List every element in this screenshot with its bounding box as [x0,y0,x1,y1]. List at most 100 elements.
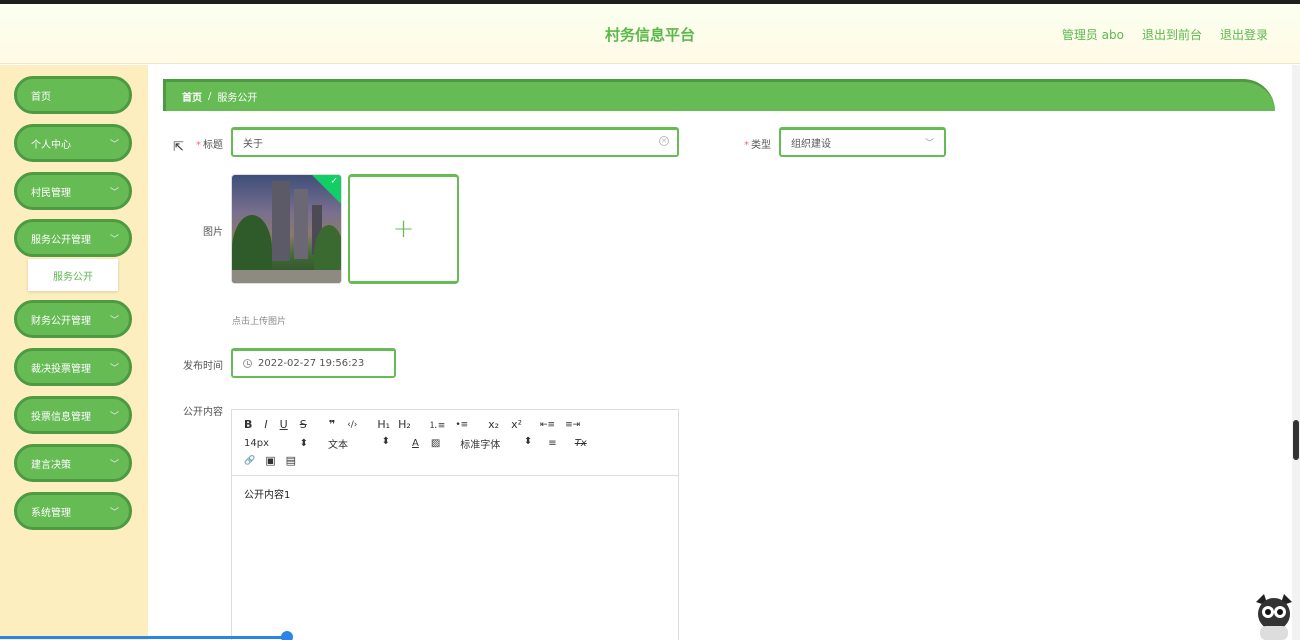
sidebar-item-ruling-vote-management[interactable]: 裁决投票管理 ﹀ [14,348,132,386]
clock-icon [243,359,252,368]
font-family-value: 标准字体 [460,440,501,451]
sidebar-item-label: 个人中心 [31,139,71,151]
check-icon: ✓ [330,176,338,187]
sidebar-item-suggestion-decision[interactable]: 建言决策 ﹀ [14,444,132,482]
strike-button[interactable]: S [300,418,307,431]
chevron-down-icon: ﹀ [109,188,119,198]
sidebar-item-label: 财务公开管理 [31,315,91,327]
cat-mascot-icon[interactable] [1250,592,1298,640]
font-family-select[interactable]: 标准字体 ⬍ [460,436,532,451]
chevron-down-icon: ﹀ [924,139,934,149]
sidebar-item-vote-info-management[interactable]: 投票信息管理 ﹀ [14,396,132,434]
header-links: 管理员 abo 退出到前台 退出登录 [1062,26,1268,43]
toolbar-row-3: 🔗 ▣ ▤ [244,454,296,467]
type-label-text: 类型 [751,140,771,151]
sidebar-item-label: 首页 [31,91,51,103]
link-icon[interactable]: 🔗 [244,456,255,466]
indent-button[interactable]: ≡⇥ [565,420,580,430]
sidebar-item-home[interactable]: 首页 [14,76,132,114]
upload-success-badge: ✓ [312,175,341,204]
progress-knob [281,631,293,640]
sidebar-item-finance-public-management[interactable]: 财务公开管理 ﹀ [14,300,132,338]
breadcrumb: 首页 / 服务公开 [163,79,1275,111]
blockquote-button[interactable]: ❞ [329,418,335,431]
sidebar-item-personal-center[interactable]: 个人中心 ﹀ [14,124,132,162]
breadcrumb-home[interactable]: 首页 [182,89,202,104]
sidebar-item-label: 投票信息管理 [31,411,91,423]
toolbar-row-1: B I U S ❞ ‹/› H₁ H₂ ⒈≡ •≡ x₂ x² ⇤≡ ≡⇥ [244,418,580,431]
bold-button[interactable]: B [244,418,252,431]
scrollbar-thumb[interactable] [1293,420,1299,460]
title-label-text: 标题 [203,140,223,151]
select-arrows-icon: ⬍ [381,436,390,447]
header-2-button[interactable]: H₂ [398,418,411,431]
plus-icon: + [392,214,415,244]
admin-user-label[interactable]: 管理员 abo [1062,26,1124,43]
text-type-select[interactable]: 文本 ⬍ [328,436,390,451]
font-size-value: 14px [244,438,269,449]
content-label: 公开内容 [183,407,223,418]
publish-time-value: 2022-02-27 19:56:23 [258,358,365,369]
editor-content[interactable]: 公开内容1 [232,476,678,511]
editor-content-text: 公开内容1 [244,490,291,501]
select-arrows-icon: ⬍ [299,438,308,449]
chevron-down-icon: ﹀ [109,364,119,374]
sidebar-item-label: 建言决策 [31,459,71,471]
header-1-button[interactable]: H₁ [377,418,390,431]
sidebar-item-label: 村民管理 [31,187,71,199]
chevron-down-icon: ﹀ [109,316,119,326]
required-mark: * [196,140,201,151]
title-input[interactable]: 关于 ✕ [231,127,679,157]
type-select[interactable]: 组织建设 ﹀ [779,127,946,157]
toolbar-row-2: 14px ⬍ 文本 ⬍ A ▨ 标准字体 ⬍ ≡ Tx [244,436,587,451]
type-label: * 类型 [724,136,771,151]
chevron-down-icon: ﹀ [109,140,119,150]
font-size-select[interactable]: 14px ⬍ [244,438,308,449]
background-color-button[interactable]: ▨ [431,438,440,449]
image-building-shape [294,189,308,259]
chevron-down-icon: ﹀ [109,460,119,470]
ordered-list-button[interactable]: ⒈≡ [429,418,446,431]
align-button[interactable]: ≡ [548,438,556,449]
image-road-shape [232,270,341,283]
font-color-button[interactable]: A [412,438,419,449]
back-to-front-link[interactable]: 退出到前台 [1142,26,1202,43]
breadcrumb-current: 服务公开 [217,93,258,104]
type-select-value: 组织建设 [791,139,831,150]
superscript-button[interactable]: x² [511,418,522,431]
logout-link[interactable]: 退出登录 [1220,26,1268,43]
clear-format-button[interactable]: Tx [575,438,587,449]
subscript-button[interactable]: x₂ [488,418,499,431]
text-type-value: 文本 [328,440,348,451]
video-icon[interactable]: ▤ [286,454,296,467]
image-icon[interactable]: ▣ [265,454,275,467]
sidebar-item-villager-management[interactable]: 村民管理 ﹀ [14,172,132,210]
chevron-down-icon: ﹀ [109,235,119,245]
vertical-scrollbar[interactable] [1292,65,1300,640]
bullet-list-button[interactable]: •≡ [455,420,468,430]
title-input-value: 关于 [243,139,263,150]
sidebar-item-label: 裁决投票管理 [31,363,91,375]
clear-icon[interactable]: ✕ [659,136,669,146]
page-load-progress [0,636,288,639]
outdent-button[interactable]: ⇤≡ [540,420,555,430]
rich-text-editor[interactable]: B I U S ❞ ‹/› H₁ H₂ ⒈≡ •≡ x₂ x² ⇤≡ ≡⇥ 14… [231,409,679,640]
publish-time-picker[interactable]: 2022-02-27 19:56:23 [231,348,396,378]
upload-image-button[interactable]: + [348,174,459,284]
chevron-down-icon: ﹀ [109,412,119,422]
code-block-button[interactable]: ‹/› [347,420,357,430]
underline-button[interactable]: U [280,418,288,431]
editor-toolbar: B I U S ❞ ‹/› H₁ H₂ ⒈≡ •≡ x₂ x² ⇤≡ ≡⇥ 14… [232,410,678,476]
chevron-down-icon: ﹀ [109,508,119,518]
image-label: 图片 [203,227,223,238]
sidebar-item-system-management[interactable]: 系统管理 ﹀ [14,492,132,530]
required-mark: * [744,140,749,151]
top-header: 村务信息平台 管理员 abo 退出到前台 退出登录 [0,4,1300,64]
sidebar-item-service-public-management[interactable]: 服务公开管理 ﹀ [14,219,132,257]
image-building-shape [272,181,290,261]
upload-tip: 点击上传图片 [232,317,287,327]
publish-time-label: 发布时间 [183,361,223,372]
sidebar-subitem-service-public[interactable]: 服务公开 [28,259,118,291]
uploaded-image-thumbnail[interactable]: ✓ [231,174,342,284]
italic-button[interactable]: I [264,418,267,431]
